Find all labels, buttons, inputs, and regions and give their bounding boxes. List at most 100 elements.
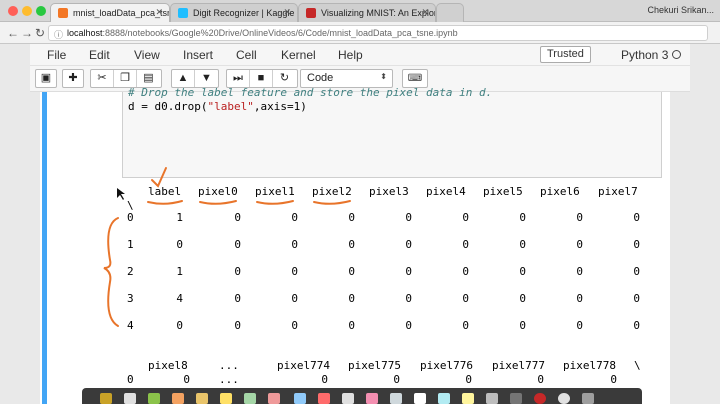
new-tab-button[interactable] [436, 3, 464, 22]
tool-icon[interactable] [268, 393, 280, 404]
chevron-updown-icon: ⬍ [380, 72, 387, 81]
tool-icon[interactable] [582, 393, 594, 404]
table-cell: 1 [176, 211, 183, 224]
reload-icon[interactable]: ↻ [33, 26, 47, 40]
selected-cell-indicator [42, 92, 47, 404]
tool-icon[interactable] [148, 393, 160, 404]
browser-tab-bar: mnist_loadData_pca_tsne ✕ Digit Recogniz… [0, 0, 720, 22]
insert-cell-icon[interactable]: ✚ [62, 69, 84, 88]
tool-icon[interactable] [342, 393, 354, 404]
row2-cell: 0 [393, 373, 400, 386]
url-input[interactable]: ⓘ localhost:8888/notebooks/Google%20Driv… [48, 25, 708, 41]
tool-icon[interactable] [124, 393, 136, 404]
back-icon[interactable]: ← [6, 26, 20, 40]
table-cell: 0 [576, 238, 583, 251]
save-icon[interactable]: ▣ [35, 69, 57, 88]
paste-icon[interactable]: ▤ [137, 70, 160, 87]
tool-icon[interactable] [462, 393, 474, 404]
table-cell: 0 [234, 319, 241, 332]
kaggle-icon [178, 8, 188, 18]
profile-name[interactable]: Chekuri Srikan... [647, 5, 714, 15]
column-header-pixel2: pixel2 [312, 185, 352, 198]
close-window-icon[interactable] [8, 6, 18, 16]
column-header-ellipsis: ... [219, 359, 239, 372]
table-cell: 0 [462, 319, 469, 332]
table-cell: 0 [576, 292, 583, 305]
code-cell-input[interactable]: # Drop the label feature and store the p… [122, 86, 662, 178]
table-cell: 0 [633, 292, 640, 305]
code-comment: # Drop the label feature and store the p… [128, 86, 493, 99]
kernel-status-icon [672, 50, 681, 59]
tool-icon[interactable] [510, 393, 522, 404]
column-header-pixel7: pixel7 [598, 185, 638, 198]
tool-icon[interactable] [390, 393, 402, 404]
table-cell: 0 [405, 265, 412, 278]
column-header-pixel774: pixel774 [277, 359, 330, 372]
close-tab-icon[interactable]: ✕ [155, 7, 163, 18]
row-index: 0 [127, 211, 134, 224]
text-tool-icon[interactable] [294, 393, 306, 404]
table-cell: 0 [462, 292, 469, 305]
table-cell: 0 [348, 265, 355, 278]
menu-edit[interactable]: Edit [89, 48, 110, 62]
row2-cell: 0 [321, 373, 328, 386]
code-line: d = d0.drop("label",axis=1) [128, 100, 307, 113]
menu-help[interactable]: Help [338, 48, 363, 62]
eraser-icon[interactable] [366, 393, 378, 404]
table-cell: 0 [462, 265, 469, 278]
table-cell: 0 [633, 238, 640, 251]
column-header-pixel3: pixel3 [369, 185, 409, 198]
tab-visualizing-mnist[interactable]: Visualizing MNIST: An Explor ✕ [298, 3, 436, 22]
column-header-pixel1: pixel1 [255, 185, 295, 198]
close-tab-icon[interactable]: ✕ [421, 7, 429, 18]
move-up-icon[interactable]: ▲ [172, 70, 195, 87]
tool-icon[interactable] [558, 393, 570, 404]
tool-icon[interactable] [196, 393, 208, 404]
table-cell: 0 [405, 292, 412, 305]
run-cell-icon[interactable]: ⏭ [227, 70, 250, 87]
trusted-button[interactable]: Trusted [540, 46, 591, 63]
menu-kernel[interactable]: Kernel [281, 48, 316, 62]
tab-kaggle[interactable]: Digit Recognizer | Kaggle ✕ [170, 3, 298, 22]
menu-view[interactable]: View [134, 48, 160, 62]
table-cell: 0 [405, 238, 412, 251]
code-prefix: d = d0.drop( [128, 100, 208, 113]
stop-icon[interactable]: ■ [250, 70, 273, 87]
column-header-label: label [148, 185, 182, 198]
table-cell: 0 [291, 265, 298, 278]
highlighter-icon[interactable] [172, 393, 184, 404]
copy-icon[interactable]: ❐ [114, 70, 137, 87]
forward-icon[interactable]: → [20, 26, 34, 40]
row2-index: 0 [127, 373, 134, 386]
tool-icon[interactable] [486, 393, 498, 404]
shape-tool-icon[interactable] [318, 393, 330, 404]
pencil-icon[interactable] [100, 393, 112, 404]
move-down-icon[interactable]: ▼ [195, 70, 218, 87]
line-continuation-2: \ [634, 359, 641, 372]
table-cell: 0 [234, 292, 241, 305]
zoom-window-icon[interactable] [36, 6, 46, 16]
marker-icon[interactable] [244, 393, 256, 404]
row-index: 2 [127, 265, 134, 278]
restart-icon[interactable]: ↻ [273, 70, 296, 87]
cut-icon[interactable]: ✂ [91, 70, 114, 87]
whiteboard-icon[interactable] [414, 393, 426, 404]
menu-file[interactable]: File [47, 48, 66, 62]
row2-cell: 0 [465, 373, 472, 386]
column-header-pixel8: pixel8 [148, 359, 188, 372]
url-path: :8888/notebooks/Google%20Drive/OnlineVid… [102, 28, 458, 38]
table-cell: 0 [234, 265, 241, 278]
pen-icon[interactable] [220, 393, 232, 404]
column-header-pixel0: pixel0 [198, 185, 238, 198]
info-icon[interactable]: ⓘ [54, 28, 63, 41]
tab-notebook[interactable]: mnist_loadData_pca_tsne ✕ [50, 3, 170, 22]
minimize-window-icon[interactable] [22, 6, 32, 16]
row-index: 4 [127, 319, 134, 332]
kernel-name[interactable]: Python 3 [621, 48, 668, 62]
record-icon[interactable] [534, 393, 546, 404]
menu-cell[interactable]: Cell [236, 48, 257, 62]
close-tab-icon[interactable]: ✕ [283, 7, 291, 18]
menu-insert[interactable]: Insert [183, 48, 213, 62]
tool-icon[interactable] [438, 393, 450, 404]
column-header-pixel776: pixel776 [420, 359, 473, 372]
